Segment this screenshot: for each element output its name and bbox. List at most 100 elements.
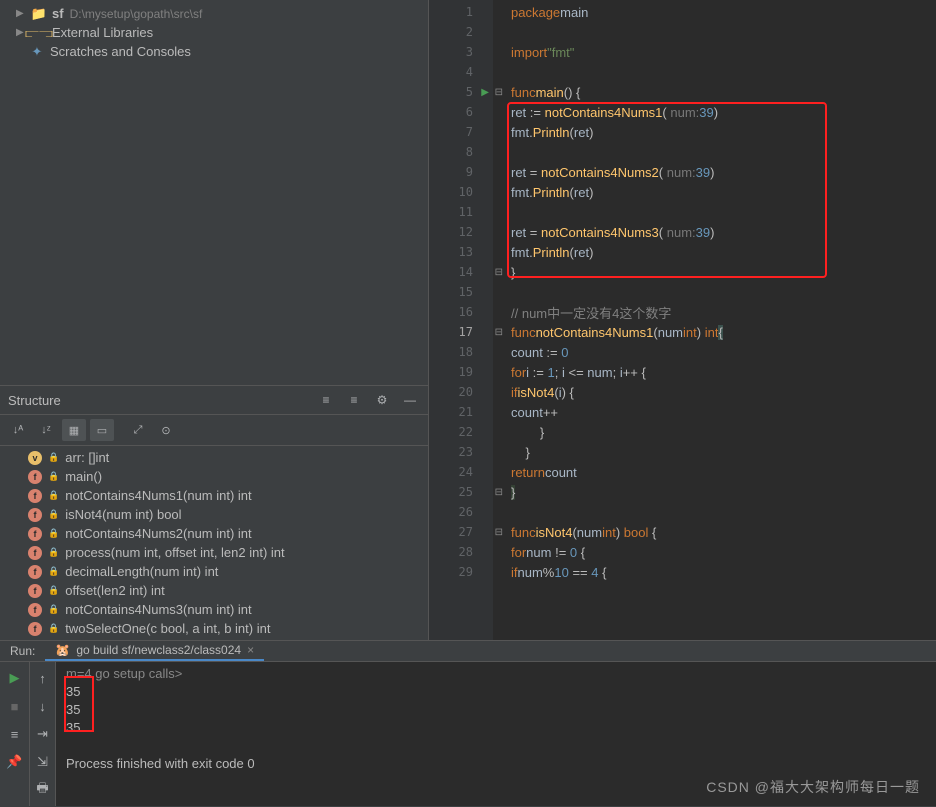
code-line[interactable]: ret = notContains4Nums2( num: 39) bbox=[511, 162, 936, 182]
code-line[interactable]: for i := 1; i <= num; i++ { bbox=[511, 362, 936, 382]
code-line[interactable] bbox=[511, 502, 936, 522]
gutter-line[interactable]: 22 bbox=[429, 422, 493, 442]
fold-icon[interactable]: ⊟ bbox=[495, 527, 503, 538]
close-icon[interactable]: × bbox=[247, 643, 254, 657]
gutter-line[interactable]: 27⊟ bbox=[429, 522, 493, 542]
indent-right-icon[interactable]: ≡ bbox=[344, 390, 364, 410]
structure-item[interactable]: f🔒notContains4Nums1(num int) int bbox=[0, 486, 428, 505]
sort-alpha-asc-icon[interactable]: ↓ᴬ bbox=[6, 419, 30, 441]
code-line[interactable]: } bbox=[511, 422, 936, 442]
gutter-line[interactable]: 29 bbox=[429, 562, 493, 582]
fold-icon[interactable]: ⊟ bbox=[495, 267, 503, 278]
code-line[interactable] bbox=[511, 202, 936, 222]
wrap-icon[interactable]: ⇥ bbox=[33, 724, 53, 744]
structure-item[interactable]: v🔒arr: []int bbox=[0, 448, 428, 467]
arrow-up-icon[interactable]: ↑ bbox=[33, 668, 53, 688]
structure-item[interactable]: f🔒twoSelectOne(c bool, a int, b int) int bbox=[0, 619, 428, 638]
structure-item[interactable]: f🔒notContains4Nums3(num int) int bbox=[0, 600, 428, 619]
code-line[interactable]: import "fmt" bbox=[511, 42, 936, 62]
code-editor[interactable]: 12345▶⊟67891011121314⊟151617⊟18192021222… bbox=[429, 0, 936, 640]
gutter-line[interactable]: 24 bbox=[429, 462, 493, 482]
code-line[interactable]: for num != 0 { bbox=[511, 542, 936, 562]
gutter-line[interactable]: 17⊟ bbox=[429, 322, 493, 342]
gutter-line[interactable]: 11 bbox=[429, 202, 493, 222]
play-icon[interactable]: ▶ bbox=[5, 668, 25, 688]
gutter-line[interactable]: 26 bbox=[429, 502, 493, 522]
stop-icon[interactable]: ■ bbox=[5, 696, 25, 716]
gutter-line[interactable]: 4 bbox=[429, 62, 493, 82]
gutter-line[interactable]: 10 bbox=[429, 182, 493, 202]
sort-alpha-desc-icon[interactable]: ↓ᶻ bbox=[34, 419, 58, 441]
code-line[interactable]: ret = notContains4Nums3( num: 39) bbox=[511, 222, 936, 242]
indent-left-icon[interactable]: ≡ bbox=[316, 390, 336, 410]
code-line[interactable]: package main bbox=[511, 2, 936, 22]
structure-item[interactable]: f🔒isNot4(num int) bool bbox=[0, 505, 428, 524]
code-line[interactable]: ret := notContains4Nums1( num: 39) bbox=[511, 102, 936, 122]
pin-icon[interactable]: 📌 bbox=[5, 752, 25, 772]
gutter-line[interactable]: 20 bbox=[429, 382, 493, 402]
gutter-line[interactable]: 14⊟ bbox=[429, 262, 493, 282]
gutter-line[interactable]: 16 bbox=[429, 302, 493, 322]
structure-item[interactable]: f🔒process(num int, offset int, len2 int)… bbox=[0, 543, 428, 562]
code-line[interactable] bbox=[511, 282, 936, 302]
expand-icon[interactable]: ⤢ bbox=[126, 419, 150, 441]
gutter-line[interactable]: 7 bbox=[429, 122, 493, 142]
gutter-line[interactable]: 9 bbox=[429, 162, 493, 182]
print-icon[interactable]: 🖶 bbox=[33, 780, 53, 800]
code-line[interactable]: fmt.Println(ret) bbox=[511, 122, 936, 142]
code-line[interactable]: } bbox=[511, 482, 936, 502]
code-line[interactable] bbox=[511, 62, 936, 82]
gutter-line[interactable]: 23 bbox=[429, 442, 493, 462]
arrow-down-icon[interactable]: ↓ bbox=[33, 696, 53, 716]
structure-item[interactable]: f🔒notContains4Nums2(num int) int bbox=[0, 524, 428, 543]
code-line[interactable]: func isNot4(num int) bool { bbox=[511, 522, 936, 542]
minimize-icon[interactable]: — bbox=[400, 390, 420, 410]
code-line[interactable]: } bbox=[511, 262, 936, 282]
scratches-consoles[interactable]: ✦ Scratches and Consoles bbox=[0, 42, 428, 61]
code-line[interactable]: return count bbox=[511, 462, 936, 482]
code-line[interactable]: fmt.Println(ret) bbox=[511, 242, 936, 262]
gutter-line[interactable]: 6 bbox=[429, 102, 493, 122]
run-gutter-icon[interactable]: ▶ bbox=[481, 87, 489, 98]
gutter-line[interactable]: 8 bbox=[429, 142, 493, 162]
scroll-icon[interactable]: ⇲ bbox=[33, 752, 53, 772]
toggle-methods-icon[interactable]: ▭ bbox=[90, 419, 114, 441]
toggle-fields-icon[interactable]: ▦ bbox=[62, 419, 86, 441]
autoscroll-icon[interactable]: ⊙ bbox=[154, 419, 178, 441]
code-line[interactable]: fmt.Println(ret) bbox=[511, 182, 936, 202]
gutter-line[interactable]: 2 bbox=[429, 22, 493, 42]
structure-item[interactable]: f🔒offset(len2 int) int bbox=[0, 581, 428, 600]
gutter-line[interactable]: 25⊟ bbox=[429, 482, 493, 502]
code-line[interactable] bbox=[511, 22, 936, 42]
layout-icon[interactable]: ≡ bbox=[5, 724, 25, 744]
code-line[interactable]: count++ bbox=[511, 402, 936, 422]
code-line[interactable]: if num%10 == 4 { bbox=[511, 562, 936, 582]
code-line[interactable]: // num中一定没有4这个数字 bbox=[511, 302, 936, 322]
run-tab[interactable]: 🐹 go build sf/newclass2/class024 × bbox=[45, 641, 264, 661]
gutter-line[interactable]: 1 bbox=[429, 2, 493, 22]
code-line[interactable]: func notContains4Nums1(num int) int { bbox=[511, 322, 936, 342]
gutter-line[interactable]: 18 bbox=[429, 342, 493, 362]
gutter-line[interactable]: 15 bbox=[429, 282, 493, 302]
fold-icon[interactable]: ⊟ bbox=[495, 87, 503, 98]
project-root[interactable]: ▶ 📁 sf D:\mysetup\gopath\src\sf bbox=[0, 4, 428, 23]
fold-icon[interactable]: ⊟ bbox=[495, 487, 503, 498]
gutter-line[interactable]: 12 bbox=[429, 222, 493, 242]
gutter-line[interactable]: 5▶⊟ bbox=[429, 82, 493, 102]
code-area[interactable]: package main import "fmt" func main() { re… bbox=[493, 0, 936, 640]
external-libraries[interactable]: ▶ ⫍⫎ External Libraries bbox=[0, 23, 428, 42]
structure-item[interactable]: f🔒decimalLength(num int) int bbox=[0, 562, 428, 581]
code-line[interactable]: count := 0 bbox=[511, 342, 936, 362]
gutter-line[interactable]: 13 bbox=[429, 242, 493, 262]
structure-item[interactable]: f🔒main() bbox=[0, 467, 428, 486]
gear-icon[interactable]: ⚙ bbox=[372, 390, 392, 410]
fold-icon[interactable]: ⊟ bbox=[495, 327, 503, 338]
gutter-line[interactable]: 3 bbox=[429, 42, 493, 62]
code-line[interactable]: if isNot4(i) { bbox=[511, 382, 936, 402]
code-line[interactable] bbox=[511, 142, 936, 162]
gutter-line[interactable]: 19 bbox=[429, 362, 493, 382]
code-line[interactable]: func main() { bbox=[511, 82, 936, 102]
code-line[interactable]: } bbox=[511, 442, 936, 462]
gutter-line[interactable]: 28 bbox=[429, 542, 493, 562]
gutter-line[interactable]: 21 bbox=[429, 402, 493, 422]
